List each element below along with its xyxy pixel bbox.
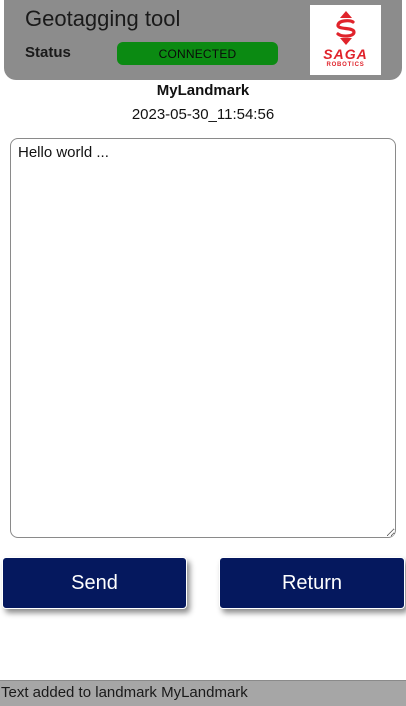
geotagging-app: Geotagging tool Status CONNECTED SAGA RO… bbox=[0, 0, 406, 706]
landmark-timestamp: 2023-05-30_11:54:56 bbox=[131, 106, 275, 123]
return-button[interactable]: Return bbox=[219, 557, 405, 609]
send-button[interactable]: Send bbox=[2, 557, 187, 609]
status-label: Status bbox=[25, 44, 71, 61]
saga-robotics-logo-icon bbox=[335, 11, 356, 45]
status-bar-message: Text added to landmark MyLandmark bbox=[0, 680, 406, 706]
landmark-note-textarea[interactable]: Hello world ... bbox=[10, 138, 396, 538]
logo-brand-text: SAGA bbox=[323, 46, 368, 62]
logo-brand-subtext: ROBOTICS bbox=[326, 62, 365, 68]
app-title: Geotagging tool bbox=[25, 6, 181, 31]
connection-status-badge: CONNECTED bbox=[117, 42, 278, 65]
header-panel: Geotagging tool Status CONNECTED SAGA RO… bbox=[4, 0, 402, 80]
landmark-name: MyLandmark bbox=[156, 82, 250, 99]
company-logo: SAGA ROBOTICS bbox=[310, 5, 381, 75]
